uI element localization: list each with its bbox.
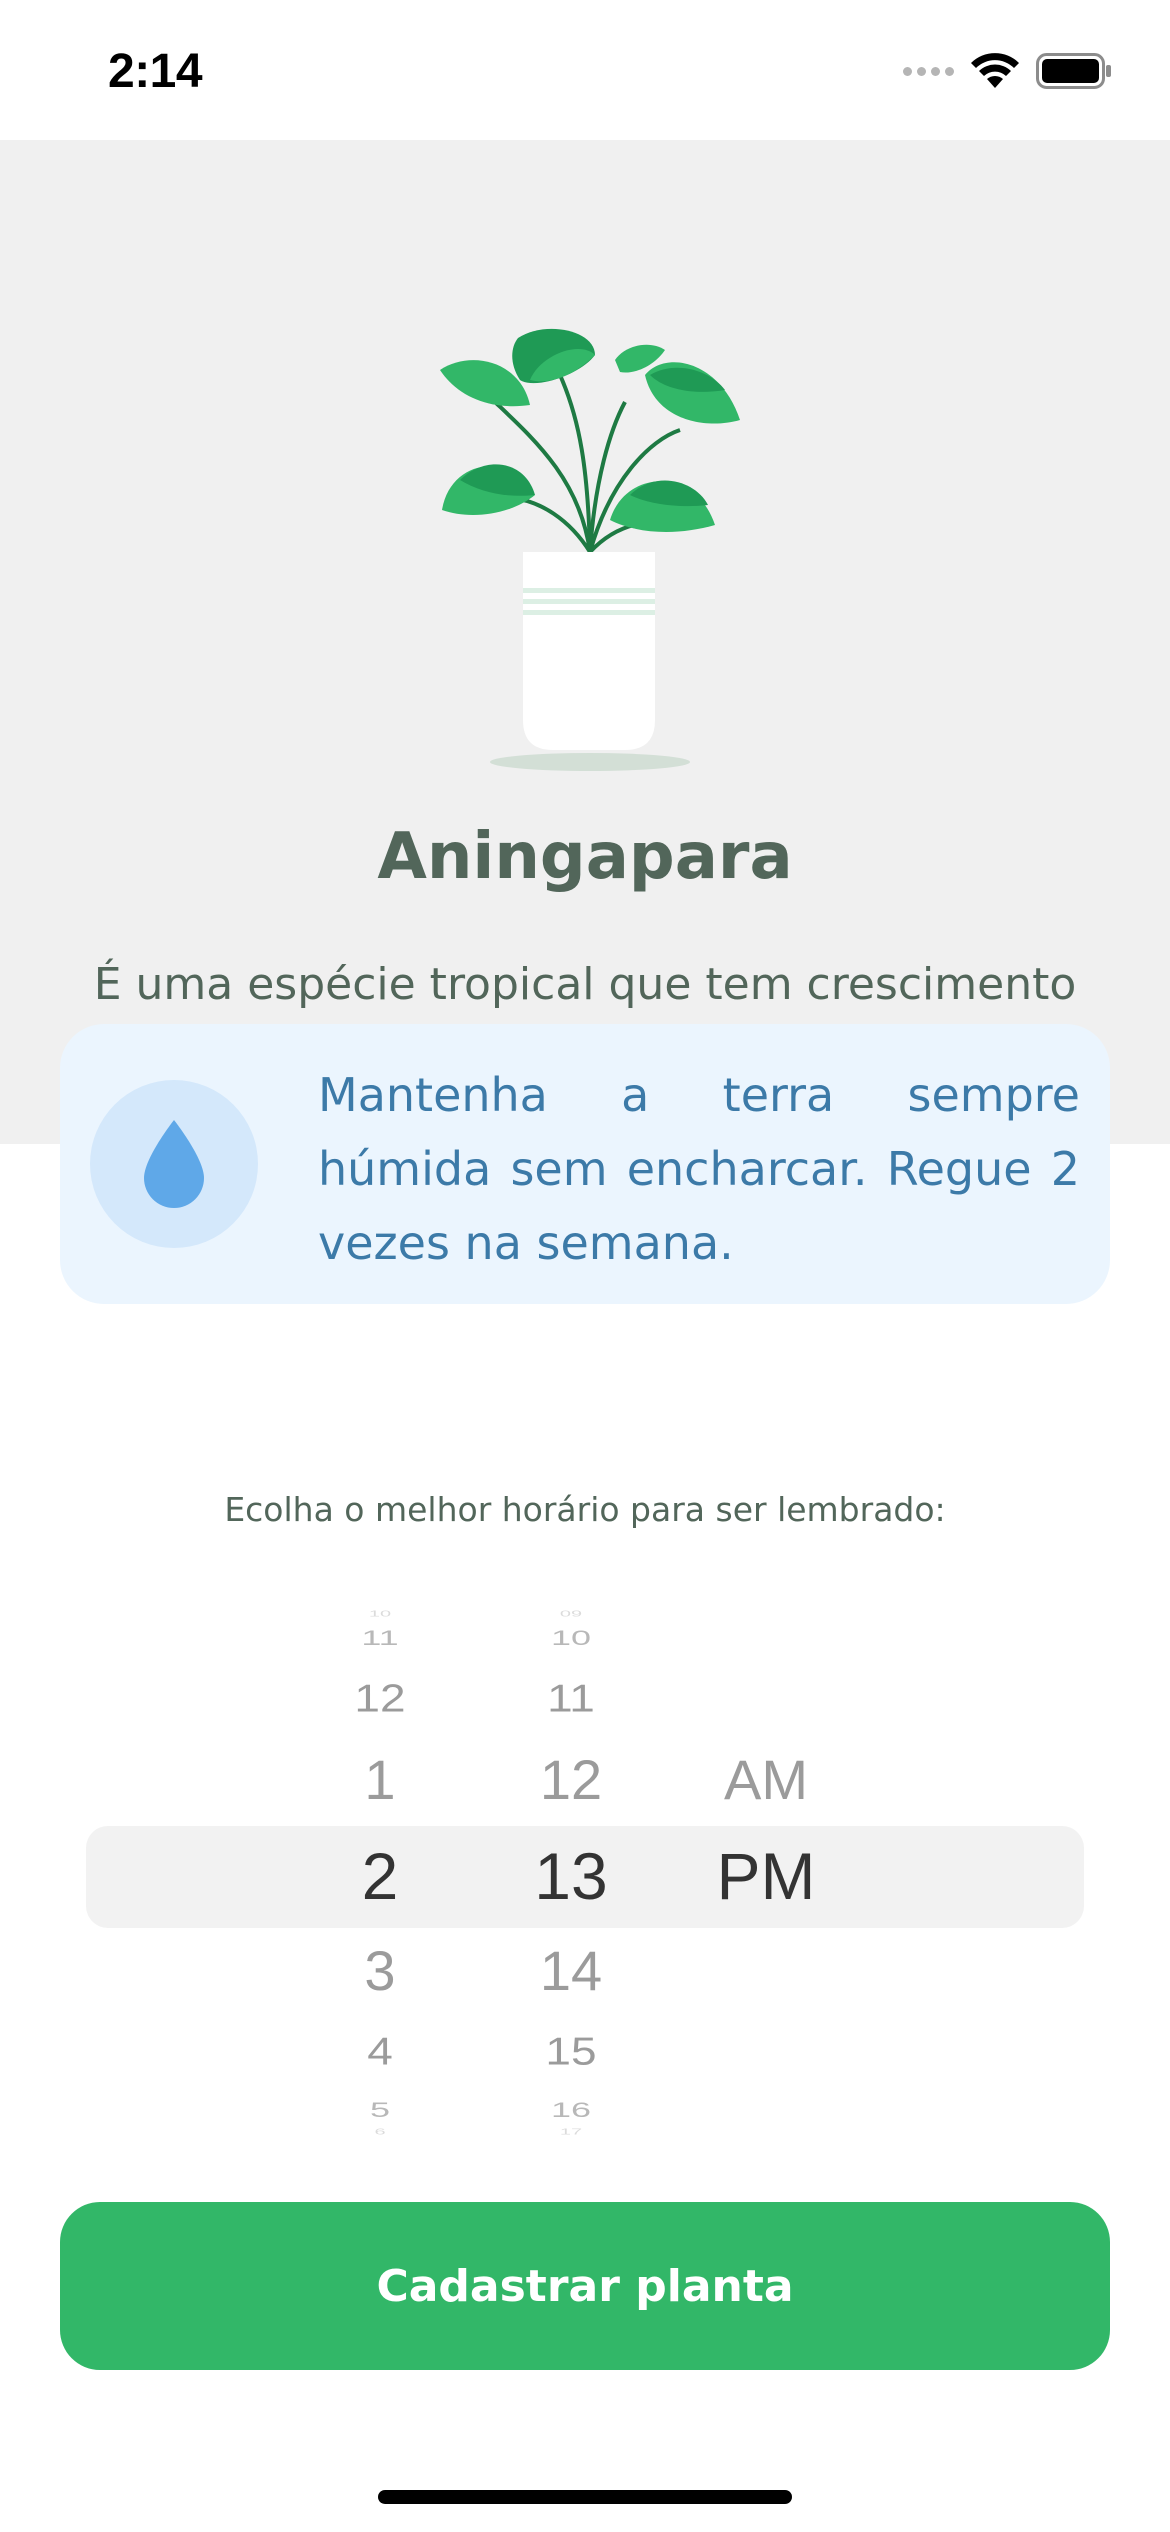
hour-option[interactable]: 12: [280, 1678, 480, 1717]
water-tip-text: Mantenha a terra sempre húmida sem encha…: [318, 1068, 1080, 1270]
water-tip-card: Mantenha a terra sempre húmida sem encha…: [60, 1024, 1110, 1304]
status-bar: 2:14: [0, 0, 1170, 140]
potted-plant-icon: [440, 328, 740, 771]
minute-option[interactable]: 16: [471, 2099, 671, 2121]
period-option-pm-selected[interactable]: PM: [666, 1843, 866, 1909]
home-indicator[interactable]: [378, 2490, 792, 2504]
hour-option[interactable]: 3: [280, 1943, 480, 1999]
wifi-icon: [971, 53, 1019, 88]
water-drop-icon-container: [90, 1080, 258, 1248]
status-icons: [903, 52, 1112, 90]
hour-option[interactable]: 11: [280, 1627, 480, 1649]
hour-wheel[interactable]: 10 11 12 1 2 3 4 5 6: [280, 1598, 480, 2146]
am-pm-wheel[interactable]: AM PM: [666, 1598, 866, 2146]
minute-option[interactable]: 14: [471, 1943, 671, 1999]
period-option-am[interactable]: AM: [666, 1752, 866, 1808]
minute-option[interactable]: 09: [471, 1610, 671, 1618]
minute-option[interactable]: 12: [471, 1752, 671, 1808]
water-drop-icon: [144, 1120, 204, 1208]
reminder-label: Ecolha o melhor horário para ser lembrad…: [224, 1490, 946, 1529]
status-time: 2:14: [108, 45, 203, 98]
hour-option[interactable]: 10: [280, 1610, 480, 1618]
hour-option[interactable]: 5: [280, 2099, 480, 2121]
minute-option-selected[interactable]: 13: [471, 1843, 671, 1909]
hour-option[interactable]: 6: [280, 2128, 480, 2136]
cellular-signal-icon: [903, 66, 954, 76]
hour-option[interactable]: 1: [280, 1752, 480, 1808]
minute-option[interactable]: 15: [471, 2031, 671, 2070]
hour-option-selected[interactable]: 2: [280, 1843, 480, 1909]
plant-info-section: Aningapara É uma espécie tropical que te…: [0, 140, 1170, 1144]
battery-icon: [1036, 53, 1111, 89]
minute-option[interactable]: 10: [471, 1627, 671, 1649]
register-plant-button[interactable]: Cadastrar planta: [60, 2202, 1110, 2370]
plant-name: Aningapara: [377, 820, 793, 894]
minute-option[interactable]: 11: [471, 1678, 671, 1717]
time-picker[interactable]: 10 11 12 1 2 3 4 5 6 09 10 11 12 13 14 1…: [86, 1598, 1084, 2146]
minute-option[interactable]: 17: [471, 2128, 671, 2136]
hour-option[interactable]: 4: [280, 2031, 480, 2070]
minute-wheel[interactable]: 09 10 11 12 13 14 15 16 17: [471, 1598, 671, 2146]
